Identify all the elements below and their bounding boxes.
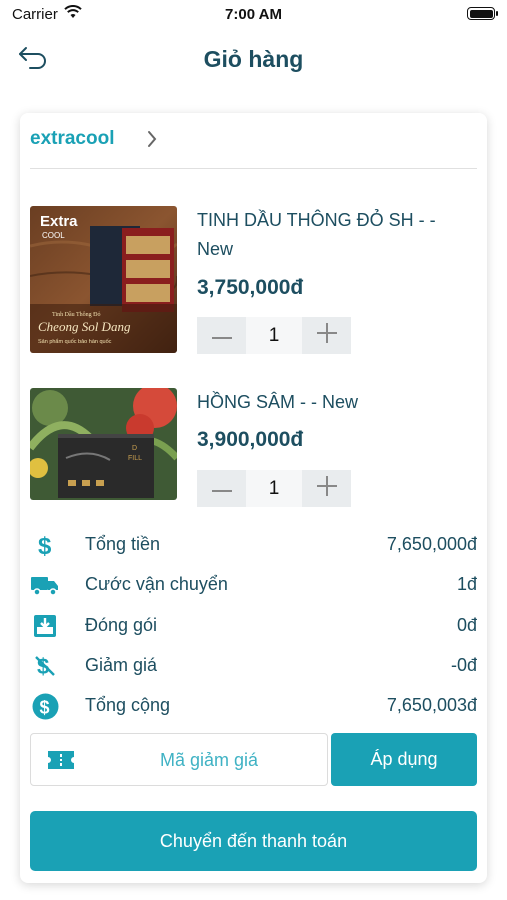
summary-value: 7,650,003đ bbox=[386, 695, 477, 715]
shop-name: extracool bbox=[30, 128, 115, 149]
quantity-stepper: 1 bbox=[197, 470, 351, 507]
decrement-button[interactable] bbox=[197, 470, 246, 507]
summary-row-shipping: Cước vận chuyển 1đ bbox=[30, 570, 477, 600]
coupon-placeholder: Mã giảm giá bbox=[159, 750, 259, 770]
summary-row-subtotal: $ Tổng tiền 7,650,000đ bbox=[30, 530, 477, 560]
discount-icon: $ bbox=[30, 652, 60, 680]
summary-row-total: $ Tổng cộng 7,650,003đ bbox=[30, 691, 477, 721]
summary-label: Tổng tiền bbox=[85, 534, 161, 554]
summary-label: Giảm giá bbox=[85, 655, 158, 675]
chevron-right-icon bbox=[146, 129, 158, 154]
summary-row-packaging: Đóng gói 0đ bbox=[30, 611, 477, 641]
summary-label: Đóng gói bbox=[85, 615, 158, 635]
minus-icon bbox=[211, 480, 232, 498]
svg-text:$: $ bbox=[38, 533, 52, 558]
increment-button[interactable] bbox=[302, 470, 351, 507]
divider bbox=[30, 168, 477, 169]
summary-label: Tổng cộng bbox=[85, 695, 171, 715]
quantity-value[interactable]: 1 bbox=[246, 317, 302, 354]
summary-value: -0đ bbox=[450, 655, 477, 675]
svg-text:Sản phẩm quốc bảo hàn quốc: Sản phẩm quốc bảo hàn quốc bbox=[38, 338, 112, 345]
summary-value: 7,650,000đ bbox=[386, 534, 477, 554]
dollar-circle-icon: $ bbox=[30, 692, 60, 720]
svg-text:Cheong Sol Dang: Cheong Sol Dang bbox=[38, 319, 131, 334]
svg-text:$: $ bbox=[39, 697, 49, 717]
quantity-value[interactable]: 1 bbox=[246, 470, 302, 507]
truck-icon bbox=[30, 571, 60, 599]
svg-text:COOL: COOL bbox=[42, 231, 65, 240]
page-title: Giỏ hàng bbox=[203, 46, 304, 72]
quantity-stepper: 1 bbox=[197, 317, 351, 354]
coupon-input[interactable]: Mã giảm giá bbox=[30, 733, 328, 786]
product-image[interactable]: D FILL bbox=[30, 388, 177, 500]
svg-text:D: D bbox=[132, 445, 137, 452]
plus-icon bbox=[316, 476, 337, 501]
product-price: 3,750,000đ bbox=[197, 276, 304, 299]
clock: 7:00 AM bbox=[225, 6, 282, 23]
summary-row-discount: $ Giảm giá -0đ bbox=[30, 651, 477, 681]
product-name[interactable]: TINH DẦU THÔNG ĐỎ SH - - New bbox=[197, 206, 467, 264]
status-bar: Carrier 7:00 AM bbox=[0, 0, 507, 28]
battery-icon bbox=[467, 7, 498, 20]
svg-text:Extra: Extra bbox=[40, 213, 78, 230]
package-icon bbox=[30, 612, 60, 640]
cart-card: extracool Extra COOL Tinh Dầu Thông Đỏ C… bbox=[20, 113, 487, 883]
product-price: 3,900,000đ bbox=[197, 428, 304, 451]
svg-text:Tinh Dầu Thông Đỏ: Tinh Dầu Thông Đỏ bbox=[52, 311, 101, 318]
summary-label: Cước vận chuyển bbox=[85, 574, 228, 594]
summary-value: 1đ bbox=[456, 574, 477, 594]
summary-value: 0đ bbox=[456, 615, 477, 635]
minus-icon bbox=[211, 327, 232, 345]
checkout-button[interactable]: Chuyển đến thanh toán bbox=[30, 811, 477, 871]
plus-icon bbox=[316, 323, 337, 348]
product-name[interactable]: HỒNG SÂM - - New bbox=[197, 388, 467, 417]
product-image[interactable]: Extra COOL Tinh Dầu Thông Đỏ Cheong Sol … bbox=[30, 206, 177, 353]
apply-coupon-button[interactable]: Áp dụng bbox=[331, 733, 477, 786]
decrement-button[interactable] bbox=[197, 317, 246, 354]
cart-item: Extra COOL Tinh Dầu Thông Đỏ Cheong Sol … bbox=[30, 206, 477, 356]
cart-item: D FILL HỒNG SÂM - - New 3,900,000đ 1 bbox=[30, 388, 477, 508]
svg-text:FILL: FILL bbox=[128, 455, 142, 462]
svg-text:$: $ bbox=[37, 654, 49, 679]
ticket-icon bbox=[47, 749, 75, 776]
shop-header[interactable]: extracool bbox=[20, 113, 487, 169]
increment-button[interactable] bbox=[302, 317, 351, 354]
dollar-icon: $ bbox=[30, 531, 60, 559]
